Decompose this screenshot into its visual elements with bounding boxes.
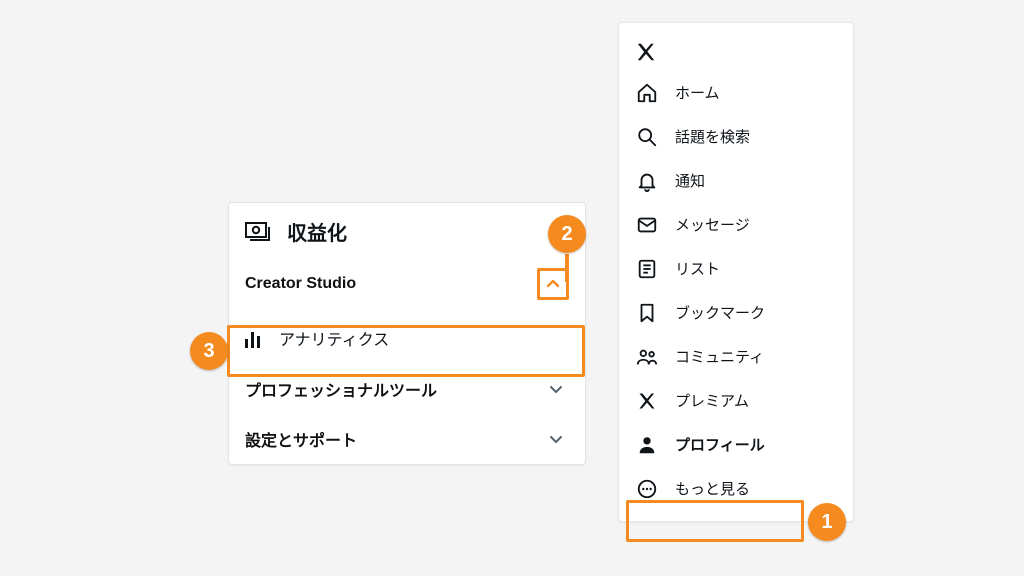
people-icon: [635, 345, 659, 369]
sidebar-item-notifications[interactable]: 通知: [629, 159, 843, 203]
sidebar-item-explore[interactable]: 話題を検索: [629, 115, 843, 159]
sidebar-item-label: もっと見る: [675, 482, 750, 497]
home-icon: [635, 81, 659, 105]
chevron-down-icon: [543, 426, 569, 452]
sidebar-item-messages[interactable]: メッセージ: [629, 203, 843, 247]
bell-icon: [635, 169, 659, 193]
submenu-header-monetization[interactable]: 収益化: [229, 203, 585, 256]
sidebar-item-label: メッセージ: [675, 218, 750, 233]
chevron-down-icon: [543, 376, 569, 402]
settings-support-label: 設定とサポート: [245, 427, 357, 451]
search-icon: [635, 125, 659, 149]
sidebar-item-profile[interactable]: プロフィール: [629, 423, 843, 467]
submenu-header-label: 収益化: [287, 217, 347, 246]
submenu-section-settings-support[interactable]: 設定とサポート: [229, 414, 585, 464]
analytics-label: アナリティクス: [279, 326, 389, 350]
list-icon: [635, 257, 659, 281]
pro-tools-label: プロフェッショナルツール: [245, 377, 437, 401]
submenu-item-analytics[interactable]: アナリティクス: [229, 312, 585, 364]
more-submenu-panel: 収益化 Creator Studio アナリティクス プロフェッショナルツール: [228, 202, 586, 465]
sidebar-item-label: ホーム: [675, 86, 720, 101]
sidebar-item-label: 話題を検索: [675, 130, 750, 145]
x-logo-icon: [635, 389, 659, 413]
sidebar-item-communities[interactable]: コミュニティ: [629, 335, 843, 379]
annotation-badge-3: 3: [190, 332, 228, 370]
chevron-up-icon[interactable]: [537, 268, 569, 300]
primary-sidebar: ホーム 話題を検索 通知 メッセージ リ: [618, 22, 854, 522]
person-icon: [635, 433, 659, 457]
sidebar-item-bookmarks[interactable]: ブックマーク: [629, 291, 843, 335]
bar-chart-icon: [245, 328, 265, 348]
sidebar-item-label: リスト: [675, 262, 720, 277]
sidebar-item-label: コミュニティ: [675, 350, 764, 365]
sidebar-item-lists[interactable]: リスト: [629, 247, 843, 291]
sidebar-item-label: プレミアム: [675, 394, 749, 409]
submenu-section-creator-studio[interactable]: Creator Studio: [229, 256, 585, 312]
sidebar-item-label: ブックマーク: [675, 306, 765, 321]
sidebar-item-label: プロフィール: [675, 438, 765, 453]
envelope-icon: [635, 213, 659, 237]
submenu-section-pro-tools[interactable]: プロフェッショナルツール: [229, 364, 585, 414]
creator-studio-label: Creator Studio: [245, 275, 356, 293]
more-circle-icon: [635, 477, 659, 501]
sidebar-item-label: 通知: [675, 174, 705, 189]
bookmark-icon: [635, 301, 659, 325]
sidebar-item-more[interactable]: もっと見る: [629, 467, 843, 511]
x-logo-icon[interactable]: [629, 33, 843, 71]
sidebar-item-premium[interactable]: プレミアム: [629, 379, 843, 423]
sidebar-item-home[interactable]: ホーム: [629, 71, 843, 115]
money-icon: [245, 219, 271, 245]
